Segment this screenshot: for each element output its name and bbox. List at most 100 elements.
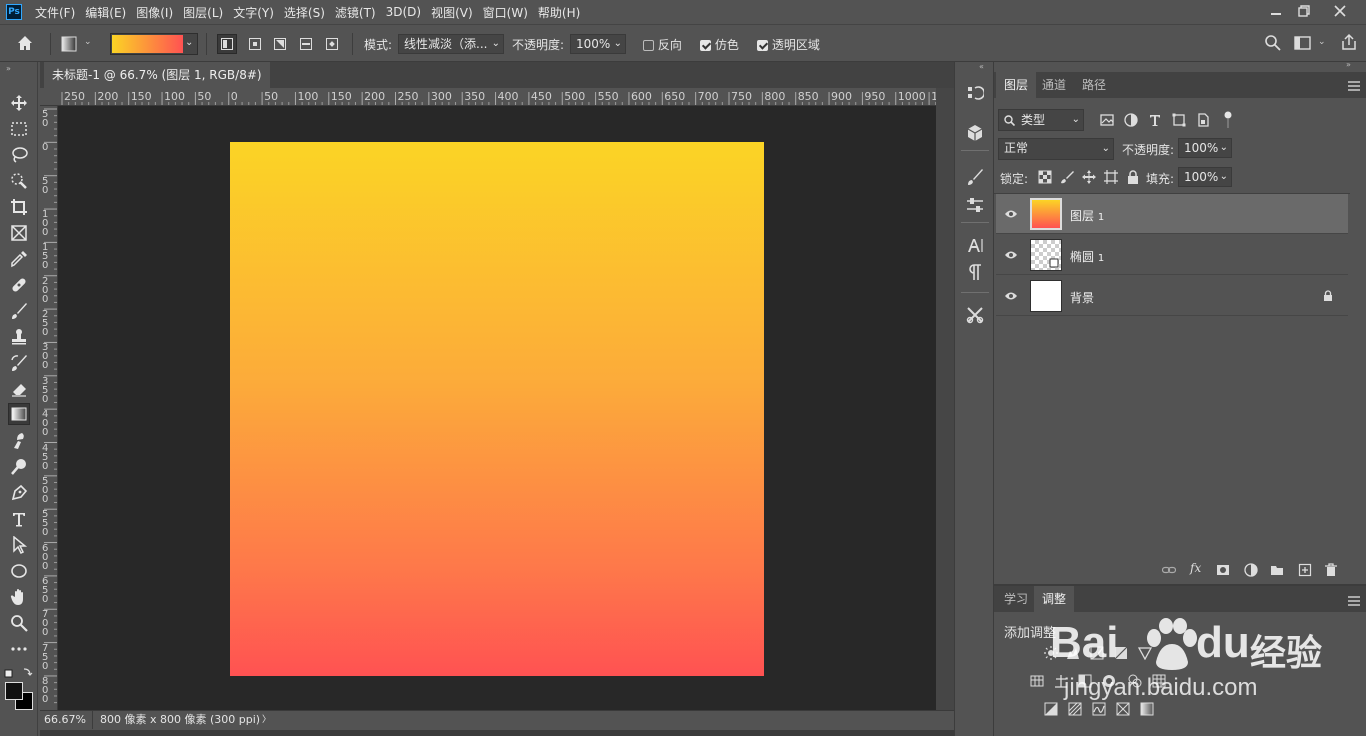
brush-settings-icon[interactable]	[964, 166, 986, 188]
brush-tool-icon[interactable]	[8, 300, 30, 322]
gradient-tool-preset-icon[interactable]	[60, 35, 78, 53]
marquee-tool-icon[interactable]	[8, 118, 30, 140]
share-icon[interactable]	[1340, 33, 1358, 51]
layer-filter-select[interactable]: 类型 ⌄	[998, 109, 1084, 131]
radial-gradient-button[interactable]	[245, 34, 265, 54]
tab-paths[interactable]: 路径	[1074, 72, 1114, 98]
home-icon[interactable]	[16, 34, 38, 54]
adjustment-filter-icon[interactable]	[1124, 113, 1138, 130]
menu-image[interactable]: 图像(I)	[131, 4, 178, 21]
diamond-gradient-button[interactable]	[322, 34, 342, 54]
layer-name[interactable]: 图层 1	[1070, 207, 1104, 224]
tool-presets-icon[interactable]	[964, 304, 986, 326]
reverse-checkbox[interactable]: 反向	[643, 36, 682, 53]
workspace-icon[interactable]	[1294, 35, 1312, 53]
levels-icon[interactable]	[1066, 646, 1080, 663]
tab-layers[interactable]: 图层	[996, 72, 1037, 98]
menu-file[interactable]: 文件(F)	[30, 4, 80, 21]
menu-edit[interactable]: 编辑(E)	[80, 4, 131, 21]
invert-icon[interactable]	[1044, 702, 1058, 719]
layer-thumbnail[interactable]	[1030, 280, 1062, 312]
new-adjustment-icon[interactable]	[1244, 563, 1258, 580]
more-tools-icon[interactable]	[8, 638, 30, 660]
type-tool-icon[interactable]	[8, 508, 30, 530]
zoom-level[interactable]: 66.67%	[44, 711, 86, 729]
menu-3d[interactable]: 3D(D)	[381, 5, 426, 19]
lock-transparent-icon[interactable]	[1038, 170, 1052, 187]
frame-tool-icon[interactable]	[8, 222, 30, 244]
visibility-eye-icon[interactable]	[1004, 207, 1018, 221]
status-arrow[interactable]: 〉	[262, 711, 271, 729]
visibility-eye-icon[interactable]	[1004, 248, 1018, 262]
close-window-button[interactable]	[1326, 0, 1354, 22]
fill-input[interactable]: 100% ⌄	[1178, 167, 1232, 187]
dodge-tool-icon[interactable]	[8, 456, 30, 478]
restore-button[interactable]	[1290, 0, 1318, 22]
collapse-icon[interactable]: »	[6, 64, 11, 73]
menu-layer[interactable]: 图层(L)	[178, 4, 228, 21]
hand-tool-icon[interactable]	[8, 586, 30, 608]
fx-icon[interactable]: fx	[1190, 561, 1201, 575]
filter-toggle-icon[interactable]	[1224, 111, 1232, 129]
character-panel-icon[interactable]	[964, 234, 986, 256]
layer-name[interactable]: 椭圆 1	[1070, 248, 1104, 265]
layer-name[interactable]: 背景	[1070, 289, 1094, 306]
menu-view[interactable]: 视图(V)	[426, 4, 478, 21]
brightness-icon[interactable]	[1044, 646, 1058, 663]
reflected-gradient-button[interactable]	[296, 34, 316, 54]
document-tab[interactable]: 未标题-1 @ 66.7% (图层 1, RGB/8#) * ×	[44, 62, 270, 108]
gradient-map-icon[interactable]	[1140, 702, 1154, 719]
hue-saturation-icon[interactable]	[1030, 674, 1044, 691]
paragraph-panel-icon[interactable]	[964, 262, 986, 284]
history-panel-icon[interactable]	[964, 82, 986, 104]
gradient-swatch[interactable]	[112, 35, 183, 53]
transparency-checkbox[interactable]: 透明区域	[757, 36, 820, 53]
selective-color-icon[interactable]	[1116, 702, 1130, 719]
threshold-icon[interactable]	[1092, 702, 1106, 719]
layer-thumbnail[interactable]	[1030, 198, 1062, 230]
smudge-tool-icon[interactable]	[8, 430, 30, 452]
panel-menu-icon[interactable]	[1348, 80, 1360, 94]
lock-artboard-icon[interactable]	[1104, 170, 1118, 187]
menu-window[interactable]: 窗口(W)	[478, 4, 533, 21]
menu-help[interactable]: 帮助(H)	[533, 4, 585, 21]
lock-pixels-icon[interactable]	[1060, 170, 1074, 187]
tab-adjustments[interactable]: 调整	[1034, 586, 1075, 612]
angle-gradient-button[interactable]	[270, 34, 290, 54]
add-mask-icon[interactable]	[1216, 563, 1230, 580]
expand-icon[interactable]: «	[979, 62, 984, 71]
layer-opacity-input[interactable]: 100% ⌄	[1178, 138, 1232, 158]
curves-icon[interactable]	[1090, 646, 1104, 663]
menu-type[interactable]: 文字(Y)	[228, 4, 279, 21]
color-swatches[interactable]	[5, 682, 35, 712]
3d-panel-icon[interactable]	[964, 122, 986, 144]
pen-tool-icon[interactable]	[8, 482, 30, 504]
pixel-filter-icon[interactable]	[1100, 113, 1114, 130]
horizontal-scrollbar[interactable]	[40, 730, 954, 736]
layer-row[interactable]: 椭圆 1	[996, 235, 1348, 275]
mode-select[interactable]: 线性减淡（添... ⌄	[398, 34, 504, 54]
new-layer-icon[interactable]	[1298, 563, 1312, 580]
foreground-color[interactable]	[5, 682, 23, 700]
new-group-icon[interactable]	[1270, 563, 1284, 580]
stamp-tool-icon[interactable]	[8, 326, 30, 348]
lasso-tool-icon[interactable]	[8, 144, 30, 166]
properties-panel-icon[interactable]	[964, 194, 986, 216]
linear-gradient-button[interactable]	[217, 34, 237, 54]
smart-object-filter-icon[interactable]	[1196, 113, 1210, 130]
panel-menu-icon[interactable]	[1348, 595, 1360, 609]
dither-checkbox[interactable]: 仿色	[700, 36, 739, 53]
tab-channels[interactable]: 通道	[1034, 72, 1074, 98]
move-tool-icon[interactable]	[8, 92, 30, 114]
exposure-icon[interactable]	[1114, 646, 1128, 663]
lock-position-icon[interactable]	[1082, 170, 1096, 187]
quick-selection-tool-icon[interactable]	[8, 170, 30, 192]
lock-all-icon[interactable]	[1126, 170, 1140, 187]
chevron-down-icon[interactable]: ⌄	[185, 37, 193, 48]
minimize-button[interactable]	[1262, 0, 1290, 22]
eyedropper-tool-icon[interactable]	[8, 248, 30, 270]
layer-row[interactable]: 背景	[996, 276, 1348, 316]
vertical-scrollbar[interactable]	[936, 88, 954, 710]
ellipse-tool-icon[interactable]	[8, 560, 30, 582]
canvas-document[interactable]	[230, 142, 764, 676]
